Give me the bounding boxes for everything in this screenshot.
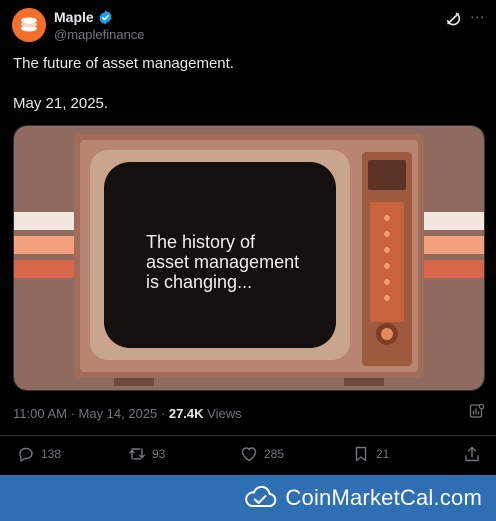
- media-text-line-3: is changing...: [146, 272, 252, 292]
- repost-icon: [129, 448, 145, 460]
- avatar[interactable]: [12, 8, 46, 42]
- views-label: Views: [203, 406, 242, 421]
- author-row: Maple: [54, 9, 113, 25]
- bookmark-count: 21: [376, 447, 390, 461]
- like-icon: [241, 447, 257, 462]
- reply-icon: [19, 447, 33, 462]
- author-handle[interactable]: @maplefinance: [54, 27, 145, 42]
- bookmark-icon: [355, 446, 367, 462]
- like-count: 285: [264, 447, 285, 461]
- retro-tv-image: The history of asset management is chang…: [14, 126, 484, 390]
- author-name[interactable]: Maple: [54, 9, 94, 25]
- tweet-text-line-2: May 21, 2025.: [13, 95, 109, 112]
- verified-badge-icon: [99, 10, 112, 24]
- share-button[interactable]: [463, 445, 481, 463]
- coinmarketcal-label: CoinMarketCal.com: [285, 485, 482, 510]
- analytics-icon[interactable]: [469, 403, 485, 419]
- coinmarketcal-banner: CoinMarketCal.com: [0, 475, 496, 521]
- divider: [0, 435, 496, 436]
- more-icon[interactable]: ⋯: [470, 8, 486, 26]
- repost-count: 93: [152, 447, 166, 461]
- coinmarketcal-logo[interactable]: CoinMarketCal.com: [243, 484, 482, 512]
- media-text-line-1: The history of: [146, 232, 256, 252]
- maple-logo-icon: [12, 8, 46, 42]
- reply-button[interactable]: 138: [17, 445, 61, 463]
- tweet-timestamp[interactable]: 11:00 AM · May 14, 2025 ·: [13, 406, 169, 421]
- bookmark-button[interactable]: 21: [352, 445, 389, 463]
- reply-count: 138: [41, 447, 62, 461]
- coinmarketcal-logo-icon: [245, 485, 277, 507]
- tweet-meta: 11:00 AM · May 14, 2025 · 27.4K Views: [13, 406, 242, 421]
- media-text-line-2: asset management: [146, 252, 299, 272]
- grok-icon[interactable]: [444, 10, 462, 28]
- like-button[interactable]: 285: [240, 445, 284, 463]
- repost-button[interactable]: 93: [128, 445, 165, 463]
- share-icon: [465, 446, 479, 462]
- action-bar: 138 93 285 21: [0, 445, 496, 467]
- tweet-text-line-1: The future of asset management.: [13, 55, 234, 72]
- tweet-media-video[interactable]: The history of asset management is chang…: [13, 125, 485, 391]
- views-count: 27.4K: [168, 406, 204, 421]
